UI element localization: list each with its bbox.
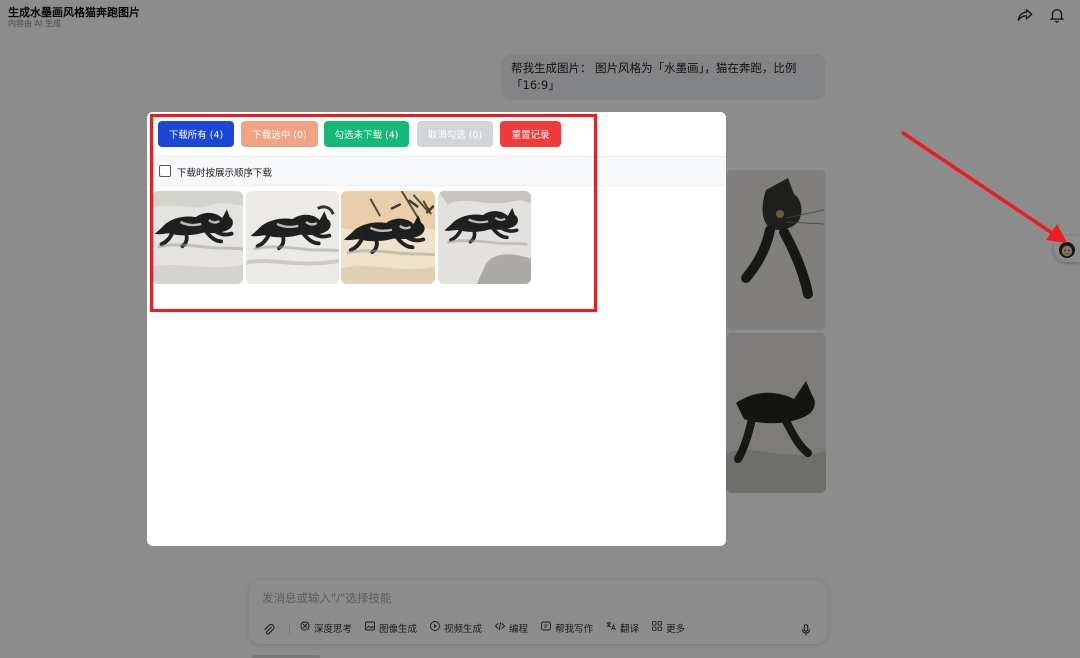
reset-record-button[interactable]: 重置记录 [500, 121, 561, 147]
download-dialog: 下载所有 (4) 下载选中 (0) 勾选未下载 (4) 取消勾选 (0) 重置记… [147, 112, 726, 546]
dialog-button-bar: 下载所有 (4) 下载选中 (0) 勾选未下载 (4) 取消勾选 (0) 重置记… [147, 112, 726, 156]
order-download-label[interactable]: 下载时按展示顺序下载 [177, 165, 272, 179]
image-thumbnail[interactable] [341, 191, 435, 284]
order-download-checkbox[interactable] [159, 165, 171, 177]
image-thumbnail[interactable] [152, 191, 243, 284]
image-thumbnail[interactable] [438, 191, 531, 284]
select-undownloaded-button[interactable]: 勾选未下载 (4) [324, 121, 409, 147]
deselect-button[interactable]: 取消勾选 (0) [417, 121, 493, 147]
download-all-button[interactable]: 下载所有 (4) [158, 121, 234, 147]
download-selected-button[interactable]: 下载选中 (0) [241, 121, 318, 147]
image-thumbnail[interactable] [246, 191, 339, 284]
